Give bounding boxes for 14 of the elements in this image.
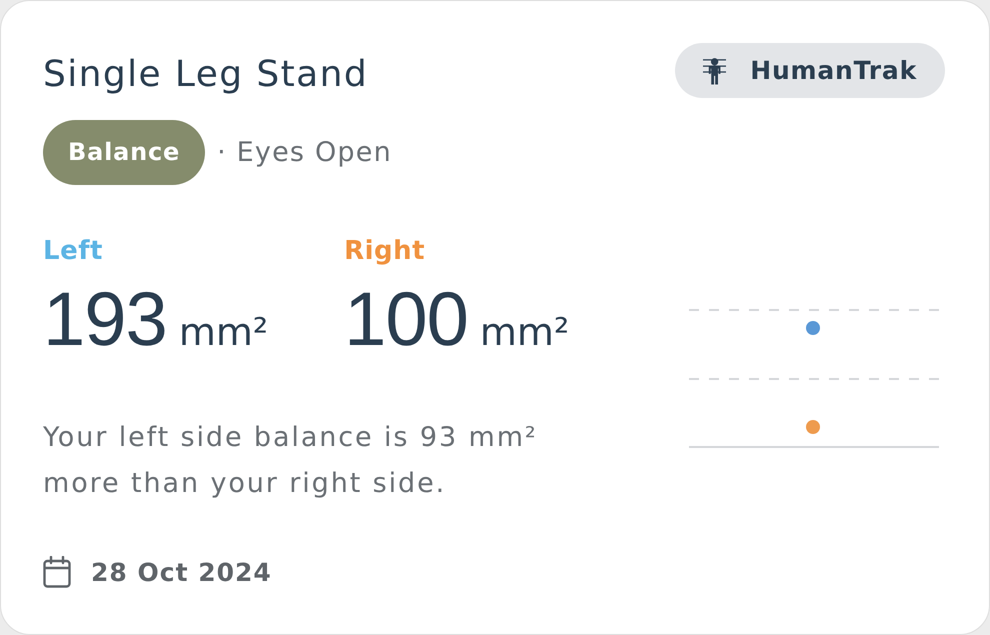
condition-text: · Eyes Open	[217, 137, 392, 168]
category-badge: Balance	[43, 120, 206, 185]
summary-text: Your left side balance is 93 mm² more than your right side.	[43, 421, 539, 501]
source-name: HumanTrak	[750, 56, 917, 85]
side-label: Right	[344, 235, 426, 268]
unit-label: mm²	[178, 310, 268, 354]
measurement-value: 193	[43, 280, 167, 360]
date-text: 28 Oct 2024	[91, 558, 272, 586]
side-label: Left	[43, 235, 103, 268]
calendar-icon	[43, 556, 71, 588]
unit-label: mm²	[480, 310, 570, 354]
card-title: Single Leg Stand	[43, 53, 368, 97]
measurement-value: 100	[344, 280, 468, 360]
person-icon	[703, 56, 726, 84]
